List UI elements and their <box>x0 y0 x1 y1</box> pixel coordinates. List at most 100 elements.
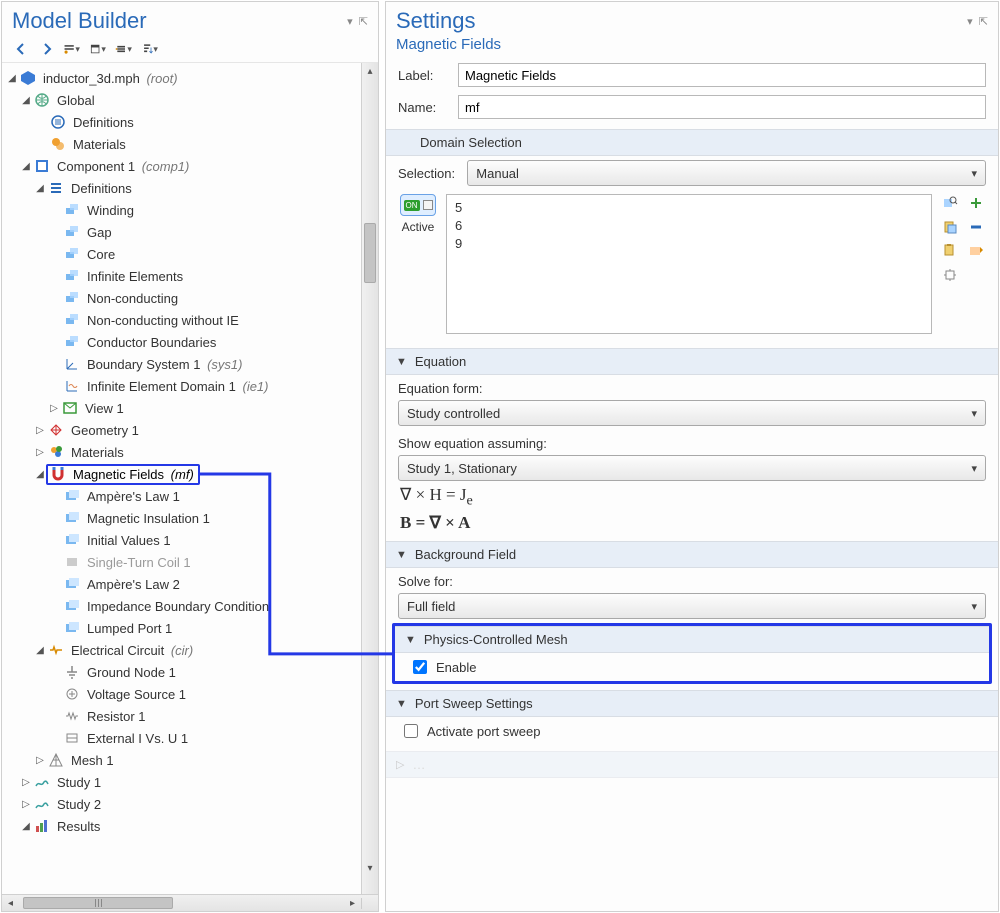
tree-def-core[interactable]: Core <box>6 243 359 265</box>
tree-def-condbound[interactable]: Conductor Boundaries <box>6 331 359 353</box>
results-icon <box>34 818 50 834</box>
solve-for-combo[interactable]: Full field <box>398 593 986 619</box>
selection-combo[interactable]: Manual <box>467 160 986 186</box>
tree-results[interactable]: ◢Results <box>6 815 359 837</box>
list-item[interactable]: 9 <box>455 235 923 253</box>
panel-controls[interactable]: ▾ ⇱ <box>967 15 988 28</box>
infinite-icon <box>64 378 80 394</box>
remove-icon[interactable] <box>966 218 986 236</box>
section-physics-mesh[interactable]: ▼Physics-Controlled Mesh <box>395 626 989 653</box>
external-icon <box>64 730 80 746</box>
tree-global-definitions[interactable]: Definitions <box>6 111 359 133</box>
activate-port-sweep-label: Activate port sweep <box>427 724 540 739</box>
name-input[interactable] <box>458 95 986 119</box>
domain-list[interactable]: 5 6 9 <box>446 194 932 334</box>
tree-def-noncond-noie[interactable]: Non-conducting without IE <box>6 309 359 331</box>
selection-icon <box>64 312 80 328</box>
equation-form-label: Equation form: <box>398 381 986 396</box>
tree-ied[interactable]: Infinite Element Domain 1 (ie1) <box>6 375 359 397</box>
active-toggle[interactable]: ON <box>400 194 436 216</box>
tree-mf-coil-disabled[interactable]: Single-Turn Coil 1 <box>6 551 359 573</box>
show-button[interactable]: ▾ <box>62 40 84 58</box>
tree-mf-initial[interactable]: Initial Values 1 <box>6 529 359 551</box>
model-tree[interactable]: ◢inductor_3d.mph (root) ◢Global Definiti… <box>2 63 361 894</box>
list-item[interactable]: 6 <box>455 217 923 235</box>
nav-back-button[interactable] <box>10 40 32 58</box>
model-builder-toolbar: ▾ ▾ ▾ ▾ <box>2 36 378 63</box>
tree-magnetic-fields[interactable]: ◢Magnetic Fields (mf) <box>6 463 359 485</box>
add-icon[interactable] <box>966 194 986 212</box>
tree-mf-ampere1[interactable]: Ampère's Law 1 <box>6 485 359 507</box>
equation-assuming-combo[interactable]: Study 1, Stationary <box>398 455 986 481</box>
tree-vscrollbar[interactable]: ▴ ▾ <box>361 63 378 894</box>
paste-icon[interactable] <box>940 218 960 236</box>
tree-root[interactable]: ◢inductor_3d.mph (root) <box>6 67 359 89</box>
tree-study2[interactable]: ▷Study 2 <box>6 793 359 815</box>
geometry-icon <box>48 422 64 438</box>
collapse-button[interactable]: ▾ <box>88 40 110 58</box>
tree-component[interactable]: ◢Component 1 (comp1) <box>6 155 359 177</box>
tree-mf-ampere2[interactable]: Ampère's Law 2 <box>6 573 359 595</box>
model-builder-title: Model Builder <box>12 8 147 34</box>
view-icon <box>62 400 78 416</box>
copy-icon[interactable] <box>940 242 960 260</box>
tree-comp-definitions[interactable]: ◢Definitions <box>6 177 359 199</box>
name-label: Name: <box>398 100 450 115</box>
equation-form-combo[interactable]: Study controlled <box>398 400 986 426</box>
study-icon <box>34 796 50 812</box>
section-port-sweep[interactable]: ▼Port Sweep Settings <box>386 690 998 717</box>
materials-icon <box>50 136 66 152</box>
tree-global[interactable]: ◢Global <box>6 89 359 111</box>
section-equation[interactable]: ▼Equation <box>386 348 998 375</box>
tree-mf-lumped[interactable]: Lumped Port 1 <box>6 617 359 639</box>
nav-fwd-button[interactable] <box>36 40 58 58</box>
tree-study1[interactable]: ▷Study 1 <box>6 771 359 793</box>
definitions-icon <box>48 180 64 196</box>
ground-icon <box>64 664 80 680</box>
label-input[interactable] <box>458 63 986 87</box>
tree-mf-impedance[interactable]: Impedance Boundary Condition <box>6 595 359 617</box>
tree-cir-voltage[interactable]: Voltage Source 1 <box>6 683 359 705</box>
selection-label: Selection: <box>398 166 459 181</box>
tree-view[interactable]: ▷View 1 <box>6 397 359 419</box>
active-label: Active <box>398 220 438 234</box>
selection-icon <box>64 246 80 262</box>
section-cut: ▷… <box>386 751 998 778</box>
tree-cir-ground[interactable]: Ground Node 1 <box>6 661 359 683</box>
tree-def-infelem[interactable]: Infinite Elements <box>6 265 359 287</box>
zoom-selection-icon[interactable] <box>940 194 960 212</box>
section-background-field[interactable]: ▼Background Field <box>386 541 998 568</box>
sort-button[interactable]: ▾ <box>140 40 162 58</box>
tree-global-materials[interactable]: Materials <box>6 133 359 155</box>
model-builder-title-bar: Model Builder ▾ ⇱ <box>2 2 378 36</box>
axes-icon <box>64 356 80 372</box>
tree-cir-resistor[interactable]: Resistor 1 <box>6 705 359 727</box>
tree-def-winding[interactable]: Winding <box>6 199 359 221</box>
equation-1: ∇ × H = Je <box>386 483 998 511</box>
enable-mesh-checkbox[interactable] <box>413 660 427 674</box>
tree-hscrollbar[interactable]: ◂▸ <box>2 894 378 911</box>
list-item[interactable]: 5 <box>455 199 923 217</box>
activate-port-sweep-checkbox[interactable] <box>404 724 418 738</box>
tree-def-gap[interactable]: Gap <box>6 221 359 243</box>
tree-geometry[interactable]: ▷Geometry 1 <box>6 419 359 441</box>
settings-panel: Settings ▾ ⇱ Magnetic Fields Label: Name… <box>385 1 999 912</box>
tree-mf-insulation[interactable]: Magnetic Insulation 1 <box>6 507 359 529</box>
panel-controls[interactable]: ▾ ⇱ <box>347 15 368 28</box>
feature-disabled-icon <box>64 554 80 570</box>
highlight-icon[interactable] <box>966 242 986 260</box>
frame-icon[interactable] <box>940 266 960 284</box>
tree-comp-materials[interactable]: ▷Materials <box>6 441 359 463</box>
solve-for-label: Solve for: <box>398 574 986 589</box>
tree-bsys[interactable]: Boundary System 1 (sys1) <box>6 353 359 375</box>
model-icon <box>20 70 36 86</box>
settings-subtitle: Magnetic Fields <box>386 36 998 59</box>
study-icon <box>34 774 50 790</box>
tree-def-noncond[interactable]: Non-conducting <box>6 287 359 309</box>
expand-button[interactable]: ▾ <box>114 40 136 58</box>
tree-mesh[interactable]: ▷Mesh 1 <box>6 749 359 771</box>
feature-icon <box>64 598 80 614</box>
section-domain-selection[interactable]: Domain Selection <box>386 129 998 156</box>
tree-circuit[interactable]: ◢Electrical Circuit (cir) <box>6 639 359 661</box>
tree-cir-external[interactable]: External I Vs. U 1 <box>6 727 359 749</box>
